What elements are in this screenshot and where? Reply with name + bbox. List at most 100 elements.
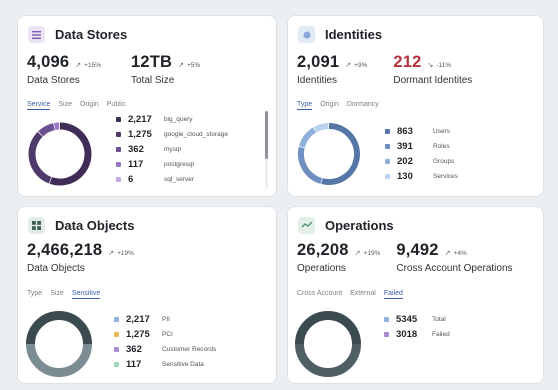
card-title: Operations bbox=[325, 218, 394, 233]
legend-item: 2,217 big_query bbox=[116, 112, 228, 127]
legend-value: 3018 bbox=[396, 329, 418, 340]
legend-item: 1,275 google_cloud_storage bbox=[116, 127, 228, 142]
kpi-label: Cross Account Operations bbox=[396, 263, 513, 274]
donut-slice-big-query[interactable] bbox=[49, 122, 92, 186]
trend-value: +19% bbox=[363, 249, 381, 257]
legend-item: 117 postgresql bbox=[116, 157, 228, 172]
legend-item: 3018 Failed bbox=[384, 327, 450, 342]
legend-value: 1,275 bbox=[128, 129, 152, 140]
legend-label: PII bbox=[162, 316, 170, 323]
trend-up-icon: ↗ bbox=[75, 62, 82, 69]
scrollbar-thumb[interactable] bbox=[265, 111, 268, 159]
data-objects-header: Data Objects bbox=[28, 217, 134, 234]
tab-origin[interactable]: Origin bbox=[320, 101, 339, 110]
card-title: Data Stores bbox=[55, 27, 128, 42]
legend-value: 5345 bbox=[396, 314, 418, 325]
tab-public[interactable]: Public bbox=[107, 101, 126, 110]
identities-card[interactable]: Identities 2,091 ↗ +9% Identities 212 ↘ -1… bbox=[287, 15, 544, 197]
legend-label: sql_server bbox=[164, 176, 194, 183]
donut-slice-mysql[interactable] bbox=[38, 123, 55, 137]
kpi-label: Operations bbox=[297, 263, 346, 274]
legend-label: Sensitive Data bbox=[162, 361, 204, 368]
trend-value: +9% bbox=[354, 61, 368, 69]
donut-slice-groups[interactable] bbox=[299, 127, 317, 148]
legend-swatch bbox=[116, 132, 121, 137]
kpi-value: 2,091 bbox=[297, 53, 340, 71]
legend-swatch bbox=[116, 147, 121, 152]
legend-value: 130 bbox=[397, 171, 413, 182]
legend-value: 863 bbox=[397, 126, 413, 137]
donut-ring-bottom bbox=[295, 343, 361, 377]
tab-dormancy[interactable]: Dormancy bbox=[347, 101, 379, 110]
trend-down-icon: ↘ bbox=[427, 62, 434, 69]
kpi-trend: ↗ +9% bbox=[345, 61, 368, 70]
tab-bar: Service Size Origin Public bbox=[27, 101, 134, 110]
legend-label: PCI bbox=[162, 331, 173, 338]
card-title: Data Objects bbox=[55, 218, 135, 233]
data-objects-card[interactable]: Data Objects 2,466,218 ↗ +19% Data Object… bbox=[17, 206, 277, 384]
legend-item: 5345 Total bbox=[384, 312, 450, 327]
donut-slice-users[interactable] bbox=[321, 123, 360, 185]
legend-label: Total bbox=[432, 316, 446, 323]
donut-slice-roles[interactable] bbox=[298, 146, 323, 184]
tab-type[interactable]: Type bbox=[27, 290, 42, 299]
tab-service[interactable]: Service bbox=[27, 101, 51, 110]
legend-swatch bbox=[116, 117, 121, 122]
legend-item: 2,217 PII bbox=[114, 312, 216, 327]
kpi-data-objects: 2,466,218 ↗ +19% Data Objects bbox=[27, 241, 134, 274]
legend-swatch bbox=[114, 347, 119, 352]
kpi-group: 26,208 ↗ +19% Operations 9,492 ↗ +4% Cross… bbox=[297, 241, 531, 274]
trend-icon bbox=[298, 217, 315, 234]
legend-value: 202 bbox=[397, 156, 413, 167]
kpi-dormant: 212 ↘ -11% Dormant Identites bbox=[393, 53, 472, 86]
legend-scrollbar[interactable] bbox=[265, 111, 268, 189]
legend-swatch bbox=[385, 159, 390, 164]
data-stores-card[interactable]: Data Stores 4,096 ↗ +15% Data Stores 12TB… bbox=[17, 15, 277, 197]
tab-failed[interactable]: Failed bbox=[383, 290, 403, 299]
tab-external[interactable]: External bbox=[350, 290, 376, 299]
trend-up-icon: ↗ bbox=[345, 62, 352, 69]
kpi-value: 26,208 bbox=[297, 241, 349, 259]
identities-donut bbox=[298, 123, 360, 185]
card-title: Identities bbox=[325, 27, 383, 42]
legend-item: 362 mysql bbox=[116, 142, 228, 157]
kpi-trend: ↗ +19% bbox=[108, 249, 134, 258]
legend-item: 362 Customer Records bbox=[114, 342, 216, 357]
tab-type[interactable]: Type bbox=[297, 101, 313, 110]
tab-sensitive[interactable]: Sensitive bbox=[71, 290, 101, 299]
operations-donut bbox=[295, 311, 361, 377]
tab-bar: Type Origin Dormancy bbox=[297, 101, 387, 110]
data-objects-legend: 2,217 PII 1,275 PCI 362 Customer Records 117 Se… bbox=[114, 312, 216, 372]
legend-label: big_query bbox=[164, 116, 193, 123]
donut-ring-top bbox=[26, 311, 92, 345]
kpi-value: 4,096 bbox=[27, 53, 70, 71]
tab-origin[interactable]: Origin bbox=[80, 101, 99, 110]
kpi-value: 2,466,218 bbox=[27, 241, 103, 259]
legend-value: 2,217 bbox=[126, 314, 150, 325]
legend-item: 130 Services bbox=[385, 169, 458, 184]
legend-swatch bbox=[385, 174, 390, 179]
donut-ring-bottom bbox=[26, 343, 92, 377]
kpi-group: 4,096 ↗ +15% Data Stores 12TB ↗ +5% Total … bbox=[27, 53, 218, 86]
operations-card[interactable]: Operations 26,208 ↗ +19% Operations 9,492… bbox=[287, 206, 544, 384]
donut-slice-services[interactable] bbox=[313, 123, 329, 133]
operations-legend: 5345 Total 3018 Failed bbox=[384, 312, 450, 342]
trend-value: +5% bbox=[187, 61, 201, 69]
kpi-value: 212 bbox=[393, 53, 422, 71]
kpi-label: Data Objects bbox=[27, 263, 85, 274]
donut-slice-postgresql[interactable] bbox=[53, 122, 60, 130]
kpi-identities: 2,091 ↗ +9% Identities bbox=[297, 53, 367, 86]
tab-size[interactable]: Size bbox=[58, 101, 72, 110]
legend-label: Customer Records bbox=[162, 346, 217, 353]
tab-cross-account[interactable]: Cross Account bbox=[297, 290, 342, 299]
trend-value: +15% bbox=[84, 61, 101, 69]
legend-label: Groups bbox=[433, 158, 455, 165]
list-icon bbox=[28, 26, 45, 43]
kpi-value: 12TB bbox=[130, 53, 173, 71]
tab-size[interactable]: Size bbox=[50, 290, 64, 299]
legend-value: 6 bbox=[128, 174, 134, 185]
trend-up-icon: ↗ bbox=[178, 62, 185, 69]
data-stores-legend: 2,217 big_query 1,275 google_cloud_storage 3… bbox=[116, 112, 228, 187]
donut-slice-google-cloud-storage[interactable] bbox=[28, 131, 52, 184]
legend-value: 362 bbox=[126, 344, 142, 355]
